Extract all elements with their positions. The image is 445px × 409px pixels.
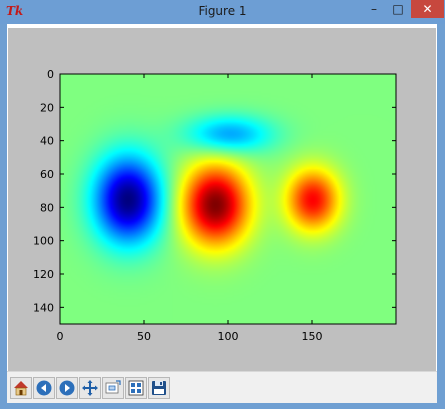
save-icon bbox=[152, 381, 166, 395]
forward-button[interactable] bbox=[56, 377, 78, 399]
figure-canvas[interactable]: 0 50 100 150 0 20 40 60 80 100 120 140 bbox=[8, 28, 436, 371]
figure-window: Tk Figure 1 – □ ✕ 0 50 100 150 0 20 40 60 80 100… bbox=[0, 0, 445, 409]
save-button[interactable] bbox=[148, 377, 170, 399]
heatmap-plot[interactable]: 0 50 100 150 0 20 40 60 80 100 120 140 bbox=[8, 28, 436, 371]
close-button[interactable]: ✕ bbox=[411, 0, 444, 18]
configure-subplots-button[interactable] bbox=[125, 377, 147, 399]
y-tick-label: 100 bbox=[33, 235, 54, 248]
home-icon bbox=[14, 381, 28, 396]
move-icon bbox=[82, 380, 98, 396]
x-tick-label: 0 bbox=[57, 330, 64, 343]
title-bar[interactable]: Tk Figure 1 – □ ✕ bbox=[0, 0, 445, 24]
minimize-button[interactable]: – bbox=[362, 0, 386, 18]
y-tick-label: 60 bbox=[40, 168, 54, 181]
subplots-icon bbox=[128, 380, 144, 396]
zoom-button[interactable] bbox=[102, 377, 124, 399]
pan-button[interactable] bbox=[79, 377, 101, 399]
arrow-left-icon bbox=[36, 380, 52, 396]
back-button[interactable] bbox=[33, 377, 55, 399]
y-tick-label: 40 bbox=[40, 135, 54, 148]
home-button[interactable] bbox=[10, 377, 32, 399]
y-tick-label: 20 bbox=[40, 101, 54, 114]
y-tick-label: 120 bbox=[33, 268, 54, 281]
y-tick-label: 80 bbox=[40, 201, 54, 214]
navigation-toolbar bbox=[7, 371, 437, 404]
y-tick-label: 0 bbox=[47, 68, 54, 81]
axes: 0 50 100 150 0 20 40 60 80 100 120 140 bbox=[33, 68, 397, 343]
x-tick-label: 100 bbox=[218, 330, 239, 343]
x-tick-label: 150 bbox=[302, 330, 323, 343]
zoom-rect-icon bbox=[105, 380, 121, 394]
window-bottom-border bbox=[0, 403, 445, 409]
x-tick-label: 50 bbox=[137, 330, 151, 343]
maximize-button[interactable]: □ bbox=[386, 0, 410, 18]
arrow-right-icon bbox=[59, 380, 75, 396]
y-tick-label: 140 bbox=[33, 301, 54, 314]
heatmap-image bbox=[60, 74, 396, 324]
